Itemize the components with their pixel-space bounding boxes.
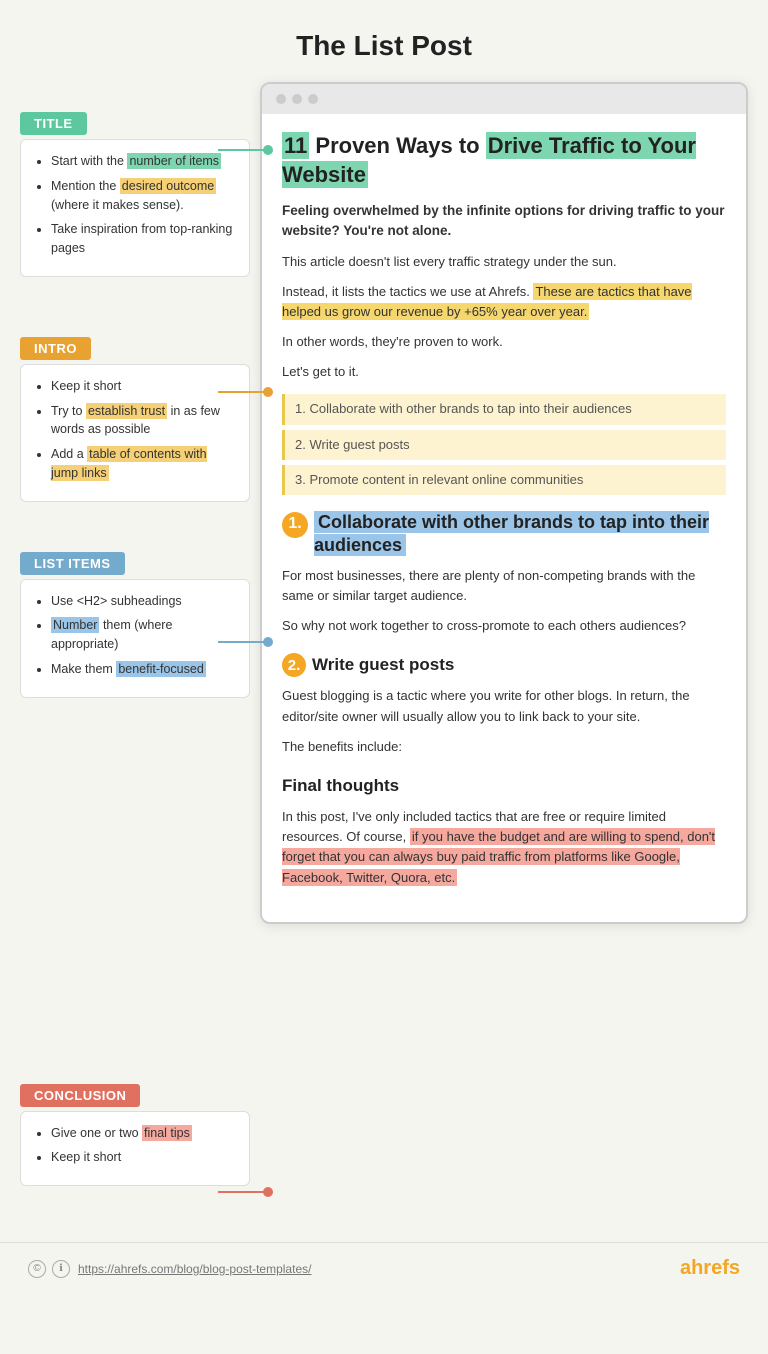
toc-list: 1. Collaborate with other brands to tap … [282, 394, 726, 494]
title-plain: Proven Ways to [315, 133, 485, 158]
intro-tip-2: Try to establish trust in as few words a… [51, 402, 235, 440]
section2-num-badge: 2. [282, 653, 306, 677]
browser-dot-1 [276, 94, 286, 104]
intro-tip-1: Keep it short [51, 377, 235, 396]
section2-para1: Guest blogging is a tactic where you wri… [282, 686, 726, 726]
desired-outcome-hl: desired outcome [120, 178, 216, 194]
section2-para2: The benefits include: [282, 737, 726, 757]
final-tips-hl: final tips [142, 1125, 192, 1141]
conclusion-tag: CONCLUSION [20, 1084, 140, 1107]
conclusion-tips-box: Give one or two final tips Keep it short [20, 1111, 250, 1187]
toc-hl: table of contents with jump links [51, 446, 207, 481]
info-icon: ℹ [52, 1260, 70, 1278]
para2-plain: Instead, it lists the tactics we use at … [282, 284, 533, 299]
section2-title: Write guest posts [312, 652, 454, 678]
footer-left: © ℹ https://ahrefs.com/blog/blog-post-te… [28, 1260, 311, 1278]
title-tips-box: Start with the number of items Mention t… [20, 139, 250, 277]
copyright-icon: © [28, 1260, 46, 1278]
toc-item-2[interactable]: 2. Write guest posts [282, 430, 726, 460]
article-para-3: In other words, they're proven to work. [282, 332, 726, 352]
title-card: TITLE Start with the number of items Men… [20, 112, 250, 277]
intro-tag: INTRO [20, 337, 91, 360]
list-items-card: LIST ITEMS Use <H2> subheadings Number t… [20, 552, 250, 698]
intro-card: INTRO Keep it short Try to establish tru… [20, 337, 250, 502]
right-panel: 11 Proven Ways to Drive Traffic to Your … [260, 82, 748, 1202]
intro-tips-box: Keep it short Try to establish trust in … [20, 364, 250, 502]
footer-brand: ahrefs [680, 1257, 740, 1280]
browser-mockup: 11 Proven Ways to Drive Traffic to Your … [260, 82, 748, 924]
final-thoughts-heading: Final thoughts [282, 773, 726, 799]
section1-num-badge: 1. [282, 512, 308, 538]
page-title: The List Post [0, 0, 768, 82]
number-hl: Number [51, 617, 99, 633]
section1-para1: For most businesses, there are plenty of… [282, 566, 726, 606]
article-title: 11 Proven Ways to Drive Traffic to Your … [282, 132, 726, 189]
article-para-4: Let's get to it. [282, 362, 726, 382]
toc-item-3[interactable]: 3. Promote content in relevant online co… [282, 465, 726, 495]
list-tip-2: Number them (where appropriate) [51, 616, 235, 654]
browser-dot-3 [308, 94, 318, 104]
title-tip-1: Start with the number of items [51, 152, 235, 171]
list-items-tips-box: Use <H2> subheadings Number them (where … [20, 579, 250, 698]
section1-title: Collaborate with other brands to tap int… [314, 511, 709, 556]
footer-icons: © ℹ [28, 1260, 70, 1278]
article-para-2: Instead, it lists the tactics we use at … [282, 282, 726, 322]
footer: © ℹ https://ahrefs.com/blog/blog-post-te… [0, 1242, 768, 1294]
intro-tip-3: Add a table of contents with jump links [51, 445, 235, 483]
title-tag: TITLE [20, 112, 87, 135]
conclusion-tip-2: Keep it short [51, 1148, 235, 1167]
article-intro-bold: Feeling overwhelmed by the infinite opti… [282, 201, 726, 242]
browser-content: 11 Proven Ways to Drive Traffic to Your … [262, 114, 746, 922]
toc-item-1[interactable]: 1. Collaborate with other brands to tap … [282, 394, 726, 424]
number-of-items-hl: number of items [127, 153, 221, 169]
conclusion-tip-1: Give one or two final tips [51, 1124, 235, 1143]
list-items-tag: LIST ITEMS [20, 552, 125, 575]
title-tip-2: Mention the desired outcome (where it ma… [51, 177, 235, 215]
section1-para2: So why not work together to cross-promot… [282, 616, 726, 636]
list-tip-3: Make them benefit-focused [51, 660, 235, 679]
browser-bar [262, 84, 746, 114]
section1-heading: 1. Collaborate with other brands to tap … [282, 511, 726, 558]
title-tip-3: Take inspiration from top-ranking pages [51, 220, 235, 258]
browser-dot-2 [292, 94, 302, 104]
benefit-focused-hl: benefit-focused [116, 661, 205, 677]
final-para: In this post, I've only included tactics… [282, 807, 726, 888]
establish-trust-hl: establish trust [86, 403, 167, 419]
footer-url[interactable]: https://ahrefs.com/blog/blog-post-templa… [78, 1262, 311, 1276]
section2-heading: 2. Write guest posts [282, 652, 726, 678]
conclusion-card: CONCLUSION Give one or two final tips Ke… [20, 1084, 250, 1187]
list-tip-1: Use <H2> subheadings [51, 592, 235, 611]
article-para-1: This article doesn't list every traffic … [282, 252, 726, 272]
title-number: 11 [282, 132, 309, 159]
